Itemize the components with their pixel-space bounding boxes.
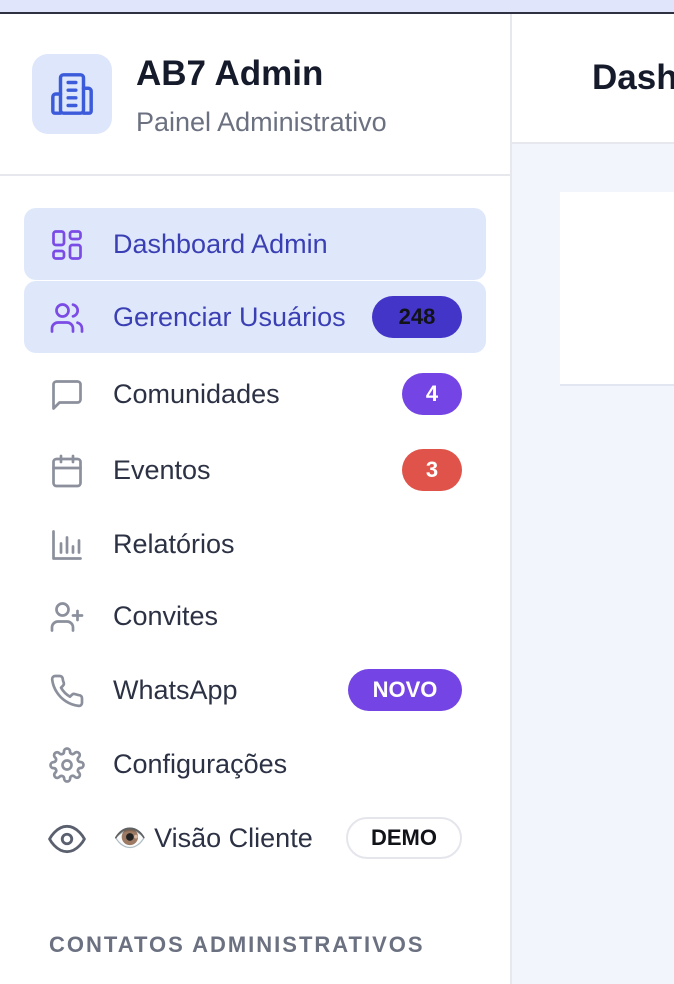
- message-square-icon: [48, 376, 86, 414]
- section-title: CONTATOS ADMINISTRATIVOS: [49, 932, 425, 957]
- sidebar-item-comunidades[interactable]: Comunidades 4: [24, 358, 486, 430]
- sidebar-item-label: Convites: [113, 601, 219, 631]
- brand-header: AB7 Admin Painel Administrativo: [0, 14, 510, 176]
- sidebar-item-label: Comunidades: [113, 379, 280, 409]
- sidebar-item-label: 👁️ Visão Cliente: [113, 823, 313, 853]
- sidebar-item-label: Configurações: [113, 749, 288, 779]
- phone-icon: [48, 672, 86, 710]
- events-count-badge: 3: [402, 449, 462, 491]
- top-bar: [0, 0, 674, 14]
- brand-title: AB7 Admin: [136, 54, 324, 93]
- sidebar-item-visao-cliente[interactable]: 👁️ Visão Cliente DEMO: [24, 802, 486, 874]
- sidebar-item-configuracoes[interactable]: Configurações: [24, 728, 486, 800]
- main-header: Dashboard: [512, 14, 674, 144]
- brand-subtitle: Painel Administrativo: [136, 107, 387, 137]
- sidebar-item-label: Gerenciar Usuários: [113, 302, 346, 332]
- sidebar-item-label: Eventos: [113, 455, 211, 485]
- sidebar-item-label: Dashboard Admin: [113, 229, 328, 259]
- sidebar-item-label: Relatórios: [113, 529, 235, 559]
- eye-icon: [48, 820, 86, 858]
- building-icon: [32, 54, 112, 134]
- gear-icon: [48, 746, 86, 784]
- user-plus-icon: [48, 598, 86, 636]
- users-icon: [48, 299, 86, 337]
- grid-icon: [48, 226, 86, 264]
- users-count-badge: 248: [372, 296, 462, 338]
- sidebar-item-gerenciar-usuarios[interactable]: Gerenciar Usuários 248: [24, 281, 486, 353]
- calendar-icon: [48, 452, 86, 490]
- communities-count-badge: 4: [402, 373, 462, 415]
- sidebar-item-whatsapp[interactable]: WhatsApp NOVO: [24, 654, 486, 726]
- sidebar: AB7 Admin Painel Administrativo Dashboar…: [0, 14, 512, 984]
- demo-badge: DEMO: [346, 817, 462, 859]
- sidebar-item-relatorios[interactable]: Relatórios: [24, 508, 486, 580]
- sidebar-item-dashboard-admin[interactable]: Dashboard Admin: [24, 208, 486, 280]
- sidebar-item-label: WhatsApp: [113, 675, 238, 705]
- bar-chart-icon: [48, 526, 86, 564]
- page-title: Dashboard: [592, 58, 674, 97]
- new-badge: NOVO: [348, 669, 462, 711]
- sidebar-item-convites[interactable]: Convites: [24, 580, 486, 652]
- dashboard-card: [560, 192, 674, 386]
- sidebar-item-eventos[interactable]: Eventos 3: [24, 434, 486, 506]
